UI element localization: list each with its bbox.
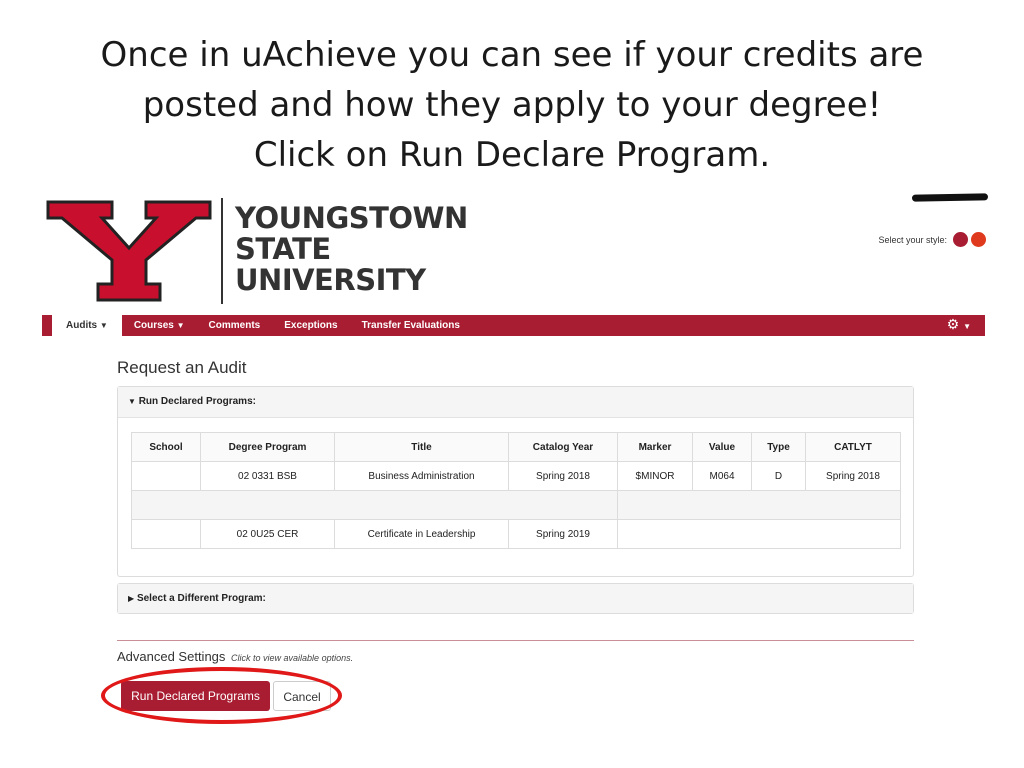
slide-title-line-1: Once in uAchieve you can see if your cre…: [100, 35, 924, 75]
logo-divider: [221, 198, 223, 304]
style-picker-label: Select your style:: [878, 234, 947, 245]
university-name: YOUNGSTOWN STATE UNIVERSITY: [235, 201, 468, 297]
advanced-settings-hint: Click to view available options.: [231, 653, 354, 663]
different-program-panel: ▶ Select a Different Program:: [117, 583, 914, 614]
declared-programs-toggle[interactable]: ▼ Run Declared Programs:: [118, 387, 913, 418]
nav-exceptions[interactable]: Exceptions: [272, 315, 349, 336]
col-degree-program: Degree Program: [200, 432, 335, 462]
col-marker: Marker: [617, 432, 693, 462]
declared-programs-table: School Degree Program Title Catalog Year…: [131, 432, 901, 549]
nav-audits[interactable]: Audits ▼: [52, 315, 122, 336]
style-option-red[interactable]: [971, 232, 986, 247]
col-catlyt: CATLYT: [805, 432, 901, 462]
pen-stroke-annotation: [911, 193, 989, 202]
slide-title: Once in uAchieve you can see if your cre…: [0, 30, 1024, 180]
slide-title-line-3: Click on Run Declare Program.: [253, 135, 771, 175]
declared-programs-panel: ▼ Run Declared Programs: School Degree P…: [117, 386, 914, 577]
nav-courses[interactable]: Courses ▼: [122, 315, 197, 336]
different-program-toggle[interactable]: ▶ Select a Different Program:: [118, 584, 913, 613]
advanced-settings-toggle[interactable]: Advanced Settings Click to view availabl…: [117, 649, 353, 664]
advanced-settings-label: Advanced Settings: [117, 649, 226, 664]
caret-down-icon: ▼: [99, 321, 108, 330]
style-picker: Select your style:: [878, 232, 986, 247]
caret-down-icon: ▼: [176, 321, 185, 330]
main-nav: Audits ▼ Courses ▼ Comments Exceptions T…: [42, 315, 985, 336]
style-option-crimson[interactable]: [953, 232, 968, 247]
col-title: Title: [334, 432, 509, 462]
col-value: Value: [692, 432, 752, 462]
col-school: School: [131, 432, 201, 462]
col-type: Type: [751, 432, 806, 462]
table-header-row: School Degree Program Title Catalog Year…: [131, 432, 901, 462]
nav-comments[interactable]: Comments: [197, 315, 273, 336]
gear-icon[interactable]: ⚙ ▼: [947, 314, 985, 337]
cancel-button[interactable]: Cancel: [273, 681, 331, 711]
nav-transfer-evaluations[interactable]: Transfer Evaluations: [350, 315, 472, 336]
table-row[interactable]: 02 0U25 CER Certificate in Leadership Sp…: [131, 519, 901, 549]
slide-title-line-2: posted and how they apply to your degree…: [142, 85, 882, 125]
run-declared-programs-button[interactable]: Run Declared Programs: [121, 681, 270, 711]
caret-right-icon: ▶: [128, 594, 135, 603]
page-title: Request an Audit: [117, 358, 247, 377]
col-catalog-year: Catalog Year: [508, 432, 618, 462]
divider: [117, 640, 914, 641]
table-row[interactable]: 02 0331 BSB Business Administration Spri…: [131, 461, 901, 491]
ysu-logo-icon: [46, 200, 212, 302]
caret-down-icon: ▼: [128, 397, 136, 406]
table-row: [131, 490, 901, 520]
